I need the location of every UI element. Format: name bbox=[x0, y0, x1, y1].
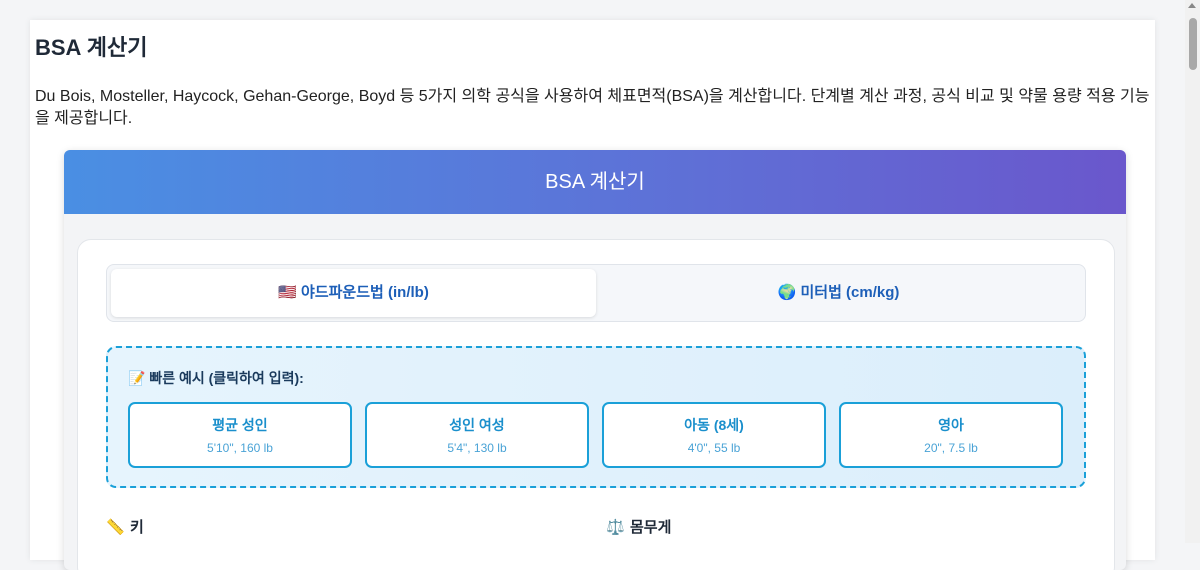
example-label: 평균 성인 bbox=[212, 417, 268, 433]
calculator-body: 🇺🇸 야드파운드법 (in/lb) 🌍 미터법 (cm/kg) 📝 빠른 예시 … bbox=[77, 239, 1115, 570]
quick-examples-title: 📝 빠른 예시 (클릭하여 입력): bbox=[128, 370, 304, 386]
example-values: 5'4", 130 lb bbox=[447, 441, 507, 455]
weight-field-label: ⚖️ 몸무게 bbox=[606, 516, 671, 537]
example-adult-female[interactable]: 성인 여성 5'4", 130 lb bbox=[365, 402, 589, 468]
page-container: BSA 계산기 Du Bois, Mosteller, Haycock, Geh… bbox=[30, 20, 1155, 570]
example-child[interactable]: 아동 (8세) 4'0", 55 lb bbox=[602, 402, 826, 468]
page-description: Du Bois, Mosteller, Haycock, Gehan-Georg… bbox=[35, 88, 1150, 127]
unit-system-tabs: 🇺🇸 야드파운드법 (in/lb) 🌍 미터법 (cm/kg) bbox=[106, 264, 1086, 322]
example-label: 성인 여성 bbox=[449, 417, 505, 433]
tab-imperial-label: 야드파운드법 (in/lb) bbox=[301, 284, 429, 301]
scrollbar-thumb[interactable] bbox=[1189, 18, 1197, 70]
globe-icon: 🌍 bbox=[777, 284, 797, 301]
example-values: 20", 7.5 lb bbox=[924, 441, 978, 455]
example-label: 아동 (8세) bbox=[684, 417, 744, 433]
bsa-calculator: BSA 계산기 🇺🇸 야드파운드법 (in/lb) 🌍 미터법 (cm/kg) … bbox=[64, 150, 1126, 570]
example-infant[interactable]: 영아 20", 7.5 lb bbox=[839, 402, 1063, 468]
weight-label-text: 몸무게 bbox=[630, 519, 672, 536]
height-field-label: 📏 키 bbox=[106, 516, 144, 537]
calculator-header: BSA 계산기 bbox=[64, 150, 1126, 214]
example-values: 4'0", 55 lb bbox=[687, 441, 741, 455]
page-title: BSA 계산기 bbox=[35, 35, 148, 60]
example-values: 5'10", 160 lb bbox=[207, 441, 273, 455]
tab-metric[interactable]: 🌍 미터법 (cm/kg) bbox=[596, 269, 1081, 317]
scroll-up-arrow-icon[interactable] bbox=[1188, 3, 1196, 8]
quick-examples-panel: 📝 빠른 예시 (클릭하여 입력): 평균 성인 5'10", 160 lb 성… bbox=[106, 346, 1086, 488]
tab-metric-label: 미터법 (cm/kg) bbox=[800, 284, 900, 301]
example-label: 영아 bbox=[938, 417, 964, 433]
tab-imperial[interactable]: 🇺🇸 야드파운드법 (in/lb) bbox=[111, 269, 596, 317]
page-scrollbar[interactable] bbox=[1185, 0, 1200, 543]
height-label-text: 키 bbox=[130, 519, 144, 536]
example-average-adult[interactable]: 평균 성인 5'10", 160 lb bbox=[128, 402, 352, 468]
ruler-icon: 📏 bbox=[106, 519, 125, 536]
scale-icon: ⚖️ bbox=[606, 519, 625, 536]
us-flag-icon: 🇺🇸 bbox=[278, 284, 297, 301]
